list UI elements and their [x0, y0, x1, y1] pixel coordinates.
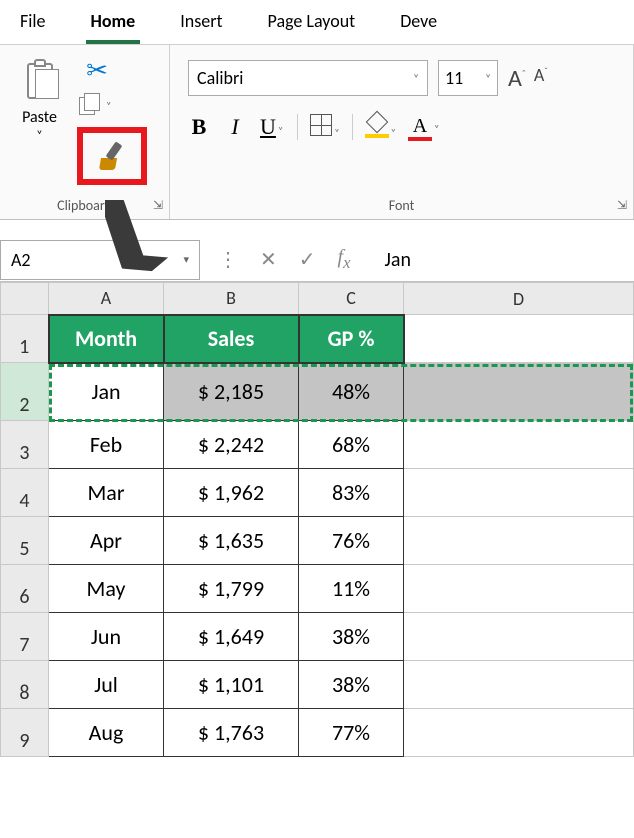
cell-d2[interactable]	[404, 363, 634, 421]
cancel-formula-button[interactable]: ✕	[260, 247, 277, 272]
enter-formula-button[interactable]: ✓	[299, 247, 316, 272]
tab-file[interactable]: File	[15, 5, 51, 44]
row-header-9[interactable]: 9	[1, 709, 49, 757]
cell-b9[interactable]: $ 1,763	[164, 709, 299, 757]
row-header-5[interactable]: 5	[1, 517, 49, 565]
format-painter-button[interactable]	[77, 127, 147, 185]
col-header-c[interactable]: C	[299, 283, 404, 315]
shrink-font-button[interactable]: Aˇ	[534, 64, 548, 93]
font-name-value: Calibri	[197, 67, 243, 89]
row-header-2[interactable]: 2	[1, 363, 49, 421]
grow-font-button[interactable]: Aˆ	[508, 64, 526, 93]
copy-icon	[77, 93, 101, 117]
formula-input[interactable]: Jan	[369, 248, 634, 272]
cell-a6[interactable]: May	[49, 565, 164, 613]
cell-b2[interactable]: $ 2,185	[164, 363, 299, 421]
cell-c5[interactable]: 76%	[299, 517, 404, 565]
cell-c2[interactable]: 48%	[299, 363, 404, 421]
cell-d8[interactable]	[404, 661, 634, 709]
bold-button[interactable]: B	[188, 114, 210, 140]
row-header-4[interactable]: 4	[1, 469, 49, 517]
font-color-button[interactable]: A˅	[408, 115, 439, 139]
cell-b5[interactable]: $ 1,635	[164, 517, 299, 565]
font-group: Calibri ˅ 11 ˅ Aˆ Aˇ B I U˅ ˅ ˅	[170, 45, 634, 219]
borders-icon	[310, 114, 332, 136]
cell-d4[interactable]	[404, 469, 634, 517]
col-header-d[interactable]: D	[404, 283, 634, 315]
row-header-3[interactable]: 3	[1, 421, 49, 469]
cell-b7[interactable]: $ 1,649	[164, 613, 299, 661]
cell-c9[interactable]: 77%	[299, 709, 404, 757]
underline-button[interactable]: U˅	[260, 114, 283, 140]
ribbon: Paste ˅ ˅ Clipboard ⇲ Calibri ˅	[0, 45, 634, 220]
paste-button[interactable]: Paste ˅	[12, 55, 67, 185]
formula-bar: A2 ▾ ⋮ ✕ ✓ fx Jan	[0, 238, 634, 282]
borders-button[interactable]: ˅	[310, 114, 339, 140]
tab-home[interactable]: Home	[86, 5, 141, 44]
select-all-corner[interactable]	[1, 283, 49, 315]
ribbon-tabs: File Home Insert Page Layout Deve	[0, 0, 634, 45]
cell-a1[interactable]: Month	[49, 315, 164, 363]
paste-dropdown[interactable]: ˅	[36, 129, 42, 143]
cell-a9[interactable]: Aug	[49, 709, 164, 757]
font-launcher[interactable]: ⇲	[617, 198, 627, 213]
font-color-icon: A	[408, 115, 432, 139]
tab-insert[interactable]: Insert	[175, 5, 227, 44]
col-header-a[interactable]: A	[49, 283, 164, 315]
font-size-value: 11	[445, 67, 463, 89]
cell-d6[interactable]	[404, 565, 634, 613]
cell-b1[interactable]: Sales	[164, 315, 299, 363]
copy-button[interactable]: ˅	[77, 93, 147, 117]
cell-a4[interactable]: Mar	[49, 469, 164, 517]
row-header-1[interactable]: 1	[1, 315, 49, 363]
cell-c3[interactable]: 68%	[299, 421, 404, 469]
copy-dropdown[interactable]: ˅	[106, 99, 111, 112]
cell-b3[interactable]: $ 2,242	[164, 421, 299, 469]
row-header-6[interactable]: 6	[1, 565, 49, 613]
spreadsheet-grid: A B C D 1 Month Sales GP % 2 Jan $ 2,185…	[0, 282, 634, 757]
tab-page-layout[interactable]: Page Layout	[263, 5, 361, 44]
cell-c8[interactable]: 38%	[299, 661, 404, 709]
paste-icon	[21, 55, 59, 103]
cell-b8[interactable]: $ 1,101	[164, 661, 299, 709]
row-header-7[interactable]: 7	[1, 613, 49, 661]
cell-d3[interactable]	[404, 421, 634, 469]
row-header-8[interactable]: 8	[1, 661, 49, 709]
formula-more-button[interactable]: ⋮	[218, 247, 238, 272]
clipboard-group: Paste ˅ ˅ Clipboard ⇲	[0, 45, 170, 219]
col-header-b[interactable]: B	[164, 283, 299, 315]
cell-c1[interactable]: GP %	[299, 315, 404, 363]
cell-a5[interactable]: Apr	[49, 517, 164, 565]
font-size-select[interactable]: 11 ˅	[438, 60, 498, 96]
cell-b4[interactable]: $ 1,962	[164, 469, 299, 517]
fill-color-button[interactable]: ˅	[365, 114, 396, 140]
cell-d7[interactable]	[404, 613, 634, 661]
cell-a2[interactable]: Jan	[49, 363, 164, 421]
font-name-select[interactable]: Calibri ˅	[188, 60, 428, 96]
scissors-icon	[86, 54, 108, 86]
chevron-down-icon: ˅	[413, 72, 419, 85]
cell-a7[interactable]: Jun	[49, 613, 164, 661]
cell-c7[interactable]: 38%	[299, 613, 404, 661]
cell-c6[interactable]: 11%	[299, 565, 404, 613]
cut-button[interactable]	[77, 55, 117, 85]
font-group-label: Font	[188, 193, 615, 214]
cell-d9[interactable]	[404, 709, 634, 757]
paint-bucket-icon	[365, 114, 389, 136]
italic-button[interactable]: I	[224, 114, 246, 140]
chevron-down-icon: ˅	[485, 72, 491, 85]
cell-b6[interactable]: $ 1,799	[164, 565, 299, 613]
cell-a3[interactable]: Feb	[49, 421, 164, 469]
cell-c4[interactable]: 83%	[299, 469, 404, 517]
brush-icon	[96, 140, 128, 172]
cell-d5[interactable]	[404, 517, 634, 565]
cell-a8[interactable]: Jul	[49, 661, 164, 709]
name-box-value: A2	[11, 249, 31, 271]
cell-d1[interactable]	[404, 315, 634, 363]
paste-label: Paste	[22, 108, 57, 127]
tab-developer[interactable]: Deve	[395, 5, 442, 44]
insert-function-button[interactable]: fx	[338, 246, 351, 273]
